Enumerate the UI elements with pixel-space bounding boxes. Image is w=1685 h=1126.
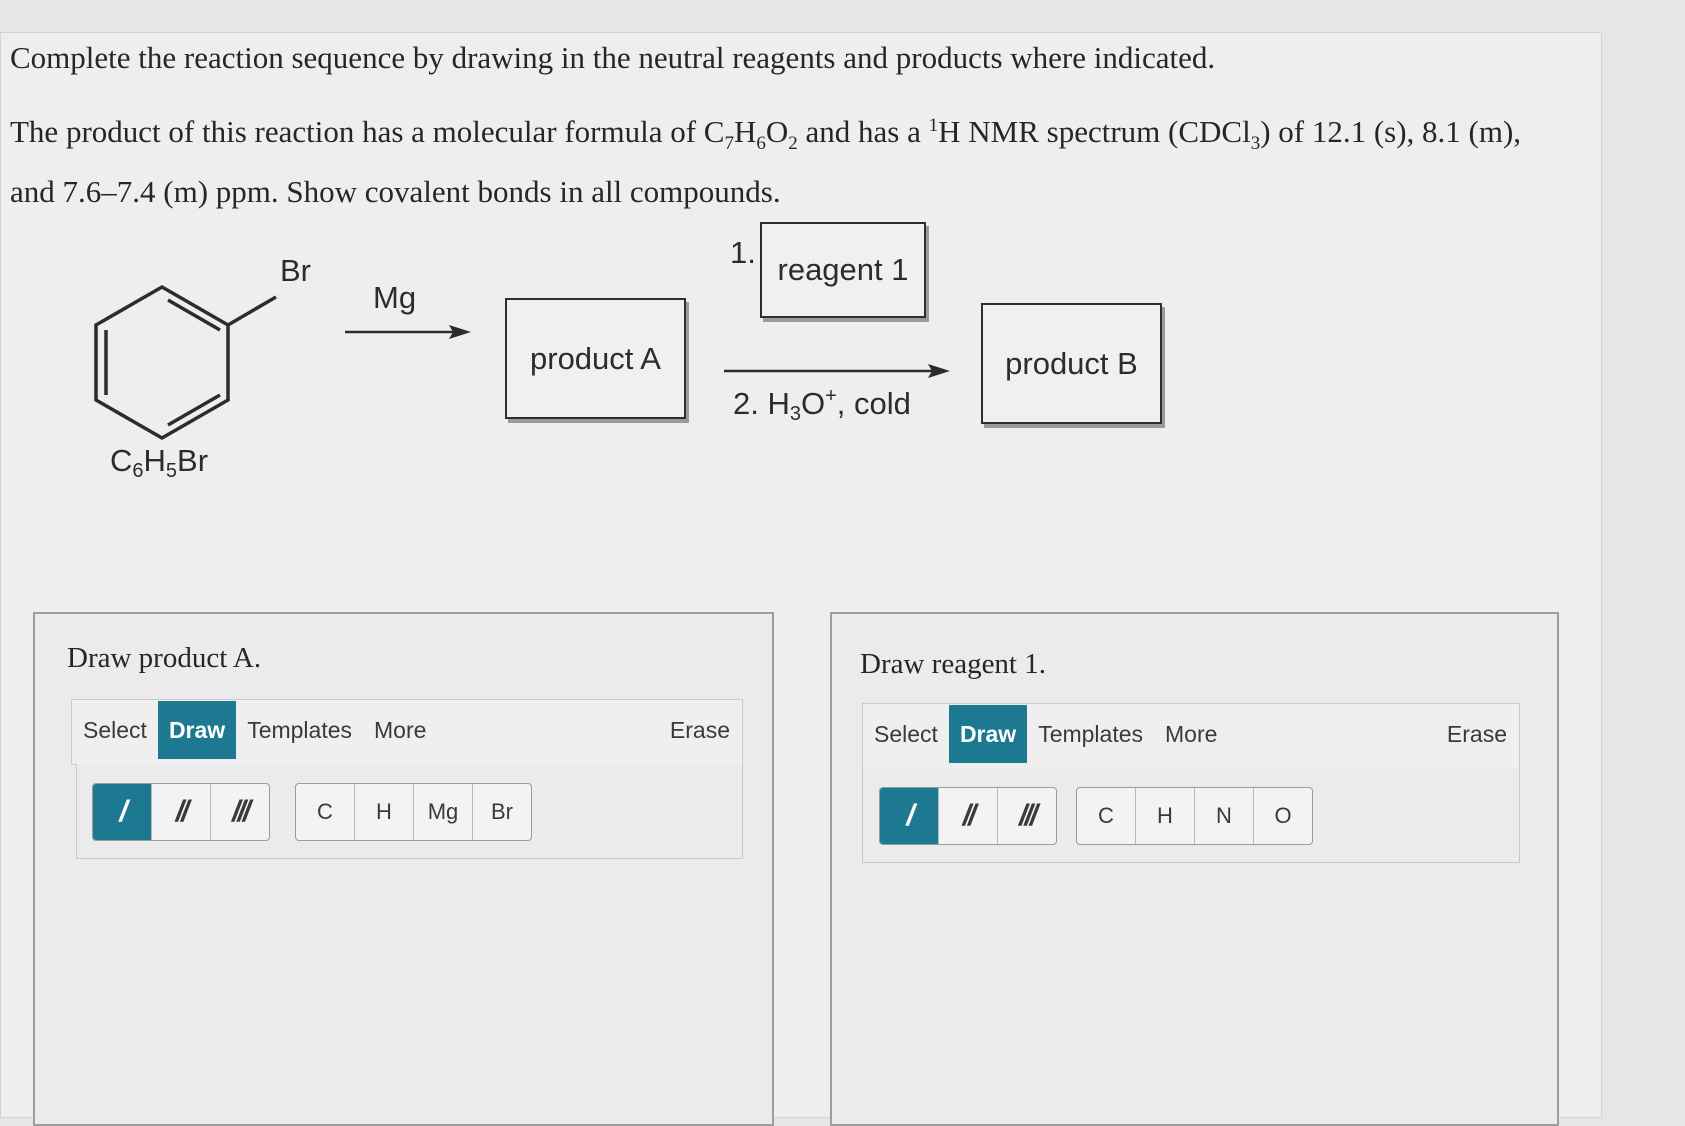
- sketcher-toolbar: Select Draw Templates More Erase: [862, 703, 1520, 769]
- triple-bond-button[interactable]: ///: [998, 788, 1056, 844]
- atom-buttons: C H N O: [1076, 787, 1313, 845]
- atom-c-button[interactable]: C: [296, 784, 355, 840]
- reaction-arrow-2: [724, 364, 950, 378]
- atom-h-button[interactable]: H: [1136, 788, 1195, 844]
- panel-title: Draw product A.: [67, 642, 262, 674]
- product-a-box[interactable]: product A: [505, 298, 686, 419]
- reaction-arrow-1: [345, 325, 471, 339]
- step2-acid-workup-label: 2. H3O+, cold: [733, 385, 911, 425]
- drawing-canvas[interactable]: [862, 864, 1518, 1119]
- atom-n-button[interactable]: N: [1195, 788, 1254, 844]
- sketcher-tool-row: / // /// C H Mg Br: [76, 764, 743, 859]
- sketcher-tool-row: / // /// C H N O: [862, 768, 1520, 863]
- bond-buttons: / // ///: [879, 787, 1057, 845]
- tab-draw[interactable]: Draw: [157, 701, 237, 759]
- tab-more[interactable]: More: [1154, 705, 1228, 763]
- erase-button[interactable]: Erase: [670, 700, 730, 760]
- starting-material-formula: C6H5Br: [110, 443, 209, 482]
- double-bond-button[interactable]: //: [939, 788, 998, 844]
- drawing-canvas[interactable]: [76, 859, 741, 1119]
- erase-button[interactable]: Erase: [1447, 704, 1507, 764]
- tab-select[interactable]: Select: [72, 701, 158, 759]
- instruction-text: Complete the reaction sequence by drawin…: [10, 40, 1216, 75]
- atom-buttons: C H Mg Br: [295, 783, 532, 841]
- atom-o-button[interactable]: O: [1254, 788, 1312, 844]
- draw-product-a-panel: Draw product A. Select Draw Templates Mo…: [33, 612, 774, 1126]
- reaction-scheme: Br C6H5Br Mg product A 1. reagent 1 2. H…: [0, 215, 1685, 545]
- sketcher-toolbar: Select Draw Templates More Erase: [71, 699, 743, 765]
- panel-title: Draw reagent 1.: [860, 648, 1046, 680]
- sketcher-tabs: Select Draw Templates More: [72, 700, 437, 760]
- step1-reagent-label: Mg: [373, 280, 417, 315]
- tab-templates[interactable]: Templates: [236, 701, 363, 759]
- bromo-substituent-label: Br: [280, 253, 311, 288]
- bond-buttons: / // ///: [92, 783, 270, 841]
- atom-h-button[interactable]: H: [355, 784, 414, 840]
- tab-select[interactable]: Select: [863, 705, 949, 763]
- double-bond-button[interactable]: //: [152, 784, 211, 840]
- draw-reagent-1-panel: Draw reagent 1. Select Draw Templates Mo…: [830, 612, 1559, 1126]
- step2-number-1: 1.: [730, 235, 756, 270]
- atom-c-button[interactable]: C: [1077, 788, 1136, 844]
- tab-draw[interactable]: Draw: [948, 705, 1028, 763]
- atom-mg-button[interactable]: Mg: [414, 784, 473, 840]
- triple-bond-button[interactable]: ///: [211, 784, 269, 840]
- reagent-1-box[interactable]: reagent 1: [760, 222, 926, 318]
- atom-br-button[interactable]: Br: [473, 784, 531, 840]
- sketcher-tabs: Select Draw Templates More: [863, 704, 1228, 764]
- tab-more[interactable]: More: [363, 701, 437, 759]
- single-bond-button[interactable]: /: [93, 784, 152, 840]
- single-bond-button[interactable]: /: [880, 788, 939, 844]
- product-b-box[interactable]: product B: [981, 303, 1162, 424]
- problem-statement: The product of this reaction has a molec…: [10, 114, 1522, 209]
- tab-templates[interactable]: Templates: [1027, 705, 1154, 763]
